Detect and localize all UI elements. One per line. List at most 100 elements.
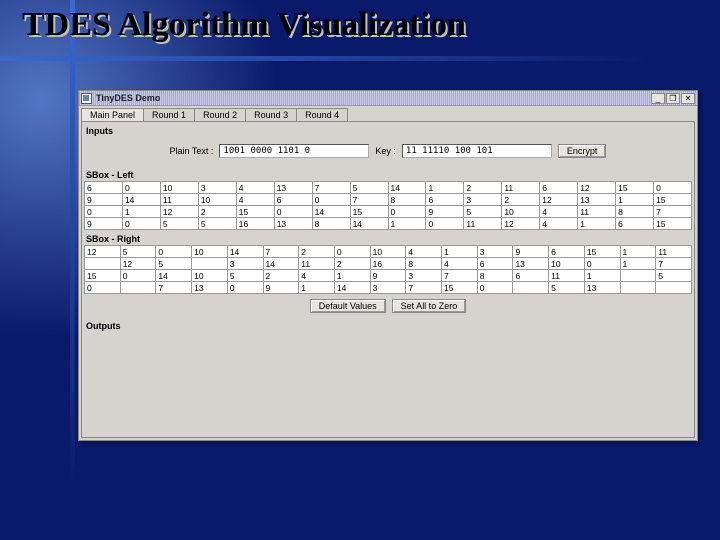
maximize-button[interactable]: ❐ — [666, 93, 680, 104]
sbox-cell[interactable] — [85, 258, 121, 270]
sbox-cell[interactable]: 13 — [274, 182, 312, 194]
sbox-cell[interactable]: 10 — [370, 246, 406, 258]
sbox-cell[interactable]: 6 — [274, 194, 312, 206]
sbox-cell[interactable]: 1 — [616, 194, 654, 206]
default-values-button[interactable]: Default Values — [310, 299, 386, 313]
sbox-cell[interactable]: 8 — [477, 270, 513, 282]
sbox-cell[interactable]: 14 — [122, 194, 160, 206]
sbox-cell[interactable]: 14 — [334, 282, 370, 294]
sbox-cell[interactable]: 15 — [654, 194, 692, 206]
sbox-cell[interactable]: 0 — [477, 282, 513, 294]
sbox-cell[interactable]: 11 — [160, 194, 198, 206]
sbox-cell[interactable]: 16 — [236, 218, 274, 230]
sbox-cell[interactable]: 0 — [122, 182, 160, 194]
sbox-cell[interactable]: 14 — [227, 246, 263, 258]
sbox-cell[interactable]: 15 — [350, 206, 388, 218]
sbox-cell[interactable]: 2 — [263, 270, 299, 282]
sbox-cell[interactable]: 11 — [299, 258, 335, 270]
tab-round-4[interactable]: Round 4 — [296, 108, 348, 121]
sbox-cell[interactable]: 15 — [654, 218, 692, 230]
sbox-cell[interactable]: 12 — [120, 258, 156, 270]
sbox-cell[interactable]: 0 — [584, 258, 620, 270]
sbox-cell[interactable]: 14 — [350, 218, 388, 230]
sbox-cell[interactable]: 6 — [549, 246, 585, 258]
sbox-cell[interactable]: 6 — [426, 194, 464, 206]
sbox-cell[interactable]: 1 — [578, 218, 616, 230]
sbox-cell[interactable]: 1 — [299, 282, 335, 294]
sbox-cell[interactable]: 15 — [584, 246, 620, 258]
sbox-cell[interactable]: 2 — [334, 258, 370, 270]
sbox-cell[interactable]: 3 — [370, 282, 406, 294]
sbox-cell[interactable]: 4 — [540, 206, 578, 218]
sbox-cell[interactable]: 16 — [370, 258, 406, 270]
sbox-cell[interactable]: 10 — [502, 206, 540, 218]
sbox-cell[interactable]: 14 — [263, 258, 299, 270]
sbox-cell[interactable]: 7 — [350, 194, 388, 206]
sbox-cell[interactable]: 10 — [549, 258, 585, 270]
sbox-cell[interactable]: 1 — [426, 182, 464, 194]
sbox-cell[interactable]: 13 — [192, 282, 228, 294]
sbox-cell[interactable]: 0 — [388, 206, 426, 218]
sbox-cell[interactable]: 5 — [198, 218, 236, 230]
sbox-cell[interactable]: 7 — [156, 282, 192, 294]
sbox-cell[interactable]: 9 — [513, 246, 549, 258]
sbox-cell[interactable]: 14 — [388, 182, 426, 194]
sbox-cell[interactable]: 15 — [236, 206, 274, 218]
sbox-cell[interactable]: 10 — [198, 194, 236, 206]
sbox-cell[interactable] — [620, 270, 656, 282]
sbox-cell[interactable]: 11 — [656, 246, 692, 258]
sbox-cell[interactable]: 1 — [620, 246, 656, 258]
sbox-cell[interactable] — [620, 282, 656, 294]
sbox-cell[interactable]: 5 — [156, 258, 192, 270]
sbox-cell[interactable]: 14 — [312, 206, 350, 218]
sbox-cell[interactable]: 9 — [370, 270, 406, 282]
sbox-cell[interactable]: 0 — [227, 282, 263, 294]
sbox-cell[interactable]: 0 — [156, 246, 192, 258]
key-input[interactable]: 11 11110 100 101 — [402, 144, 552, 158]
encrypt-button[interactable]: Encrypt — [558, 144, 607, 158]
sbox-cell[interactable]: 3 — [477, 246, 513, 258]
sbox-cell[interactable]: 12 — [160, 206, 198, 218]
sbox-cell[interactable] — [656, 282, 692, 294]
sbox-cell[interactable]: 15 — [442, 282, 478, 294]
sbox-cell[interactable]: 0 — [85, 282, 121, 294]
sbox-cell[interactable]: 8 — [406, 258, 442, 270]
sbox-cell[interactable] — [120, 282, 156, 294]
sbox-cell[interactable]: 1 — [620, 258, 656, 270]
sbox-cell[interactable]: 6 — [616, 218, 654, 230]
sbox-cell[interactable]: 9 — [85, 194, 123, 206]
sbox-cell[interactable]: 13 — [584, 282, 620, 294]
sbox-cell[interactable]: 0 — [654, 182, 692, 194]
sbox-cell[interactable]: 13 — [274, 218, 312, 230]
sbox-cell[interactable]: 5 — [120, 246, 156, 258]
sbox-cell[interactable]: 1 — [388, 218, 426, 230]
sbox-cell[interactable]: 2 — [464, 182, 502, 194]
sbox-cell[interactable]: 1 — [584, 270, 620, 282]
sbox-cell[interactable]: 13 — [578, 194, 616, 206]
sbox-cell[interactable]: 7 — [406, 282, 442, 294]
sbox-cell[interactable]: 0 — [85, 206, 123, 218]
tab-round-2[interactable]: Round 2 — [194, 108, 246, 121]
sbox-cell[interactable]: 15 — [85, 270, 121, 282]
sbox-cell[interactable]: 7 — [656, 258, 692, 270]
minimize-button[interactable]: _ — [651, 93, 665, 104]
sbox-cell[interactable]: 5 — [160, 218, 198, 230]
sbox-cell[interactable]: 6 — [513, 270, 549, 282]
sbox-cell[interactable]: 5 — [656, 270, 692, 282]
sbox-cell[interactable]: 4 — [236, 194, 274, 206]
sbox-cell[interactable]: 6 — [540, 182, 578, 194]
sbox-cell[interactable]: 7 — [654, 206, 692, 218]
sbox-cell[interactable]: 15 — [616, 182, 654, 194]
sbox-cell[interactable]: 0 — [274, 206, 312, 218]
sbox-cell[interactable]: 7 — [312, 182, 350, 194]
sbox-cell[interactable]: 10 — [160, 182, 198, 194]
sbox-cell[interactable]: 0 — [122, 218, 160, 230]
sbox-cell[interactable]: 9 — [426, 206, 464, 218]
sbox-cell[interactable] — [513, 282, 549, 294]
sbox-cell[interactable]: 0 — [312, 194, 350, 206]
sbox-cell[interactable]: 13 — [513, 258, 549, 270]
sbox-cell[interactable]: 7 — [263, 246, 299, 258]
set-all-zero-button[interactable]: Set All to Zero — [392, 299, 467, 313]
sbox-cell[interactable]: 4 — [406, 246, 442, 258]
close-button[interactable]: ✕ — [681, 93, 695, 104]
